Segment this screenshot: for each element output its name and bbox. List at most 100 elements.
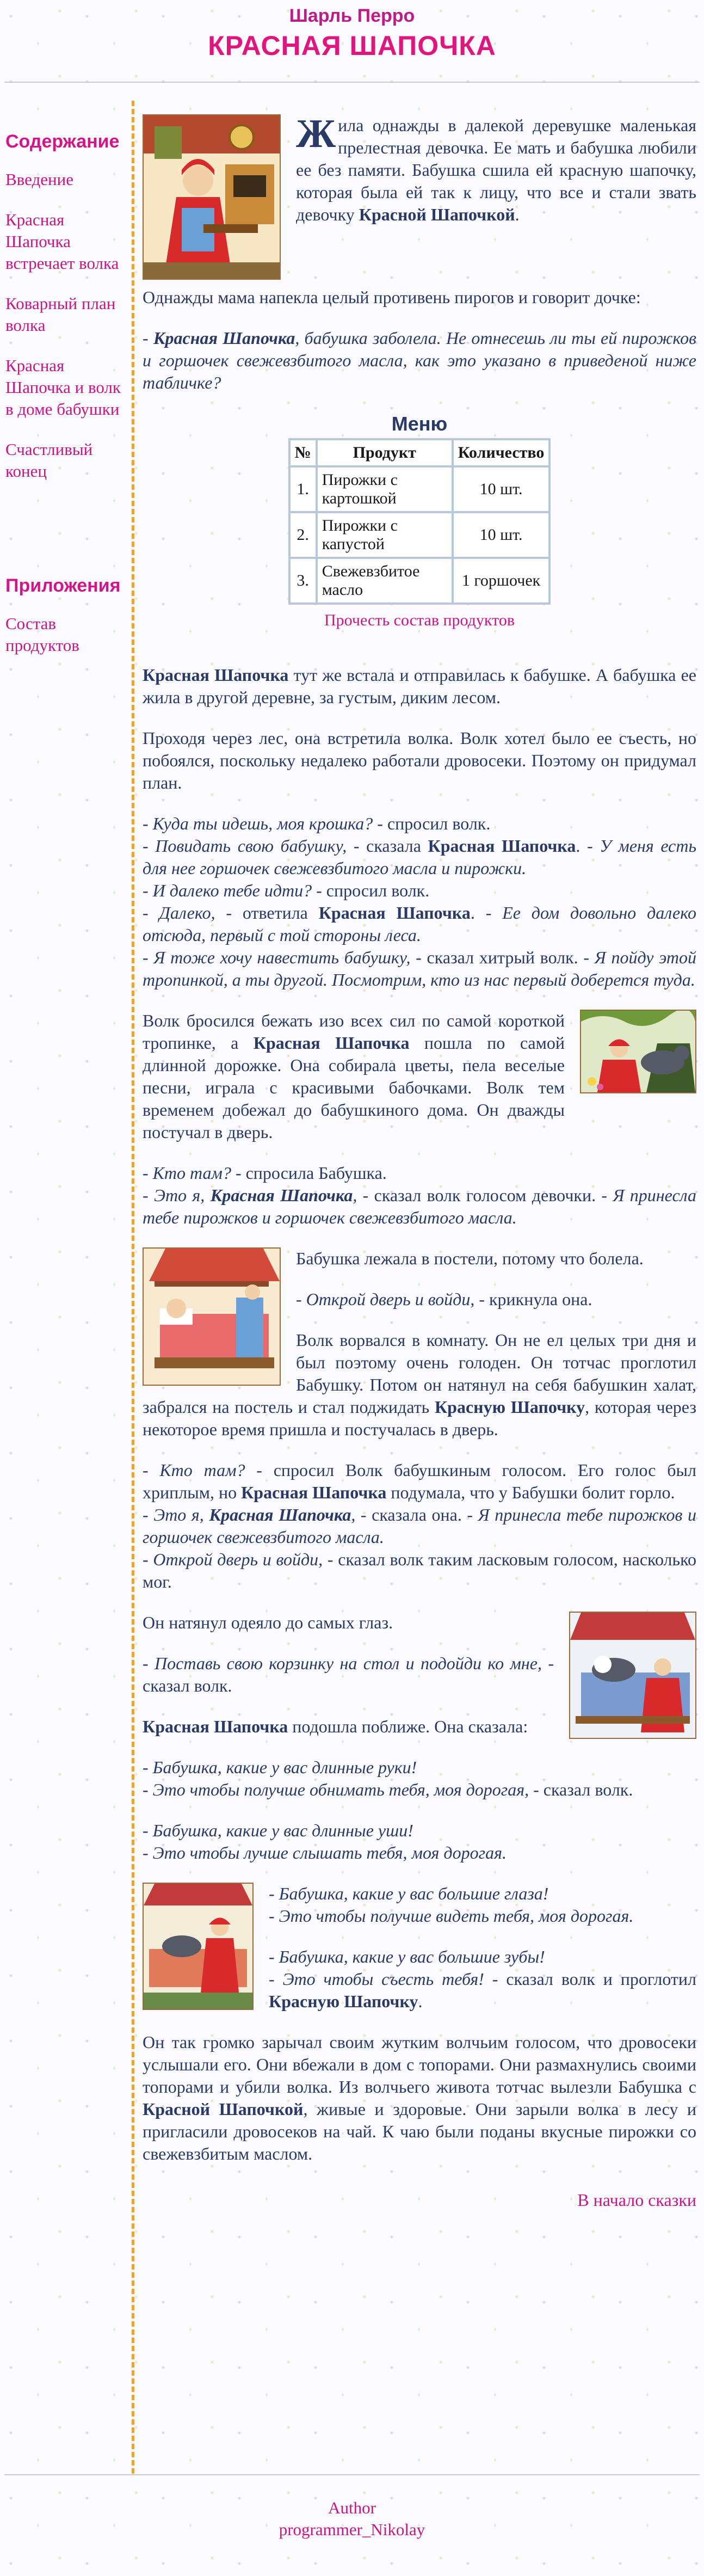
dialog-line: - Открой дверь и войди, - сказал волк та… xyxy=(143,1548,696,1593)
speech: - И далеко тебе идти? xyxy=(143,881,312,900)
speech: - Повидать свою бабушку, xyxy=(143,836,347,856)
dialog-line: - Это чтобы получше обнимать тебя, моя д… xyxy=(143,1779,696,1801)
intro-end: . xyxy=(515,205,520,224)
paragraph-sets-off: Красная Шапочка тут же встала и отправил… xyxy=(143,664,696,709)
menu-title: Меню xyxy=(391,413,448,435)
sidebar-item-wolf-plan[interactable]: Коварный план волка xyxy=(5,293,125,336)
footer: Author programmer_Nikolay xyxy=(0,2497,704,2541)
column-header: № xyxy=(288,438,318,468)
table-row: 2. Пирожки с капустой 10 шт. xyxy=(288,511,551,559)
footer-author-name: programmer_Nikolay xyxy=(279,2520,425,2539)
narration: . - xyxy=(576,836,600,856)
column-header: Количество xyxy=(451,438,551,468)
speech: - Открой дверь и войди, xyxy=(296,1289,475,1309)
narration: подумала, что у Бабушки болит горло. xyxy=(386,1483,675,1502)
column-header: Продукт xyxy=(315,438,454,468)
paragraph-ending: Он так громко зарычал своим жутким волчь… xyxy=(143,2031,696,2165)
page-title: КРАСНАЯ ШАПОЧКА xyxy=(208,30,496,61)
narration: - крикнула она. xyxy=(474,1289,592,1309)
back-to-top-link[interactable]: В начало сказки xyxy=(143,2189,696,2211)
narration: - сказал хитрый волк. - xyxy=(410,948,595,967)
speech: - Это я, xyxy=(143,1185,211,1205)
speech: - Это чтобы получше обнимать тебя, моя д… xyxy=(143,1780,529,1799)
heroine-name: Красная Шапочка xyxy=(253,1033,410,1053)
footer-author-label: Author xyxy=(328,2498,376,2517)
narration: - сказал волк голосом девочки. - xyxy=(357,1185,613,1205)
dialog-line: - Это я, Красная Шапочка, - сказал волк … xyxy=(143,1184,696,1229)
menu-table: № Продукт Количество 1. Пирожки с картош… xyxy=(288,438,551,605)
header: Шарль Перро КРАСНАЯ ШАПОЧКА xyxy=(0,0,704,62)
sidebar-item-grandma-house[interactable]: Красная Шапочка и волк в доме бабушки xyxy=(5,355,125,420)
table-cell: 10 шт. xyxy=(451,511,551,559)
table-cell: 10 шт. xyxy=(451,465,551,513)
speech: - Кто там? xyxy=(143,1460,245,1480)
narration: - спросил волк. xyxy=(312,881,430,900)
dialog-line: - Я тоже хочу навестить бабушку, - сказа… xyxy=(143,946,696,991)
illustration-wolf-in-bed xyxy=(569,1612,696,1739)
paragraph-text: подошла поближе. Она сказала: xyxy=(288,1717,528,1736)
read-ingredients-link[interactable]: Прочесть состав продуктов xyxy=(143,609,696,631)
illustration-grandmother-bed xyxy=(143,1247,281,1386)
dialog-line: - Повидать свою бабушку, - сказала Красн… xyxy=(143,835,696,880)
heroine-name: Красная Шапочка xyxy=(143,1717,288,1736)
heroine-name: Красная Шапочка xyxy=(143,665,289,685)
drop-cap: Ж xyxy=(296,112,336,156)
dialog-ears: - Бабушка, какие у вас длинные уши! - Эт… xyxy=(143,1819,696,1864)
apps-section: Приложения Состав продуктов xyxy=(5,575,125,656)
contents-heading: Содержание xyxy=(5,131,120,152)
paragraph-forest: Проходя через лес, она встретила волка. … xyxy=(143,728,696,792)
paragraph-text: Он так громко зарычал своим жутким волчь… xyxy=(143,2032,696,2097)
dialog-line: - Кто там? - спросил Волк бабушкиным гол… xyxy=(143,1459,696,1504)
heroine-name: Красной Шапочкой xyxy=(359,205,515,224)
dialog-line: - Это я, Красная Шапочка, - сказала она.… xyxy=(143,1504,696,1548)
table-cell: Пирожки с капустой xyxy=(315,511,454,559)
dialog-line: - Куда ты идешь, моя крошка? - спросил в… xyxy=(143,813,696,835)
narration: - ответила xyxy=(215,903,319,923)
heroine-name: Красной Шапочкой xyxy=(143,2099,304,2119)
apps-heading: Приложения xyxy=(5,575,121,596)
bottom-divider xyxy=(4,2474,700,2475)
speech: - Это чтобы съесть тебя! xyxy=(269,1969,484,1989)
dash: - xyxy=(143,328,153,348)
narration: - сказал волк и проглотил xyxy=(484,1969,697,1989)
dialog-hands: - Бабушка, какие у вас длинные руки! - Э… xyxy=(143,1756,696,1801)
sidebar-item-ingredients[interactable]: Состав продуктов xyxy=(5,613,125,656)
narration: - сказала xyxy=(347,836,428,856)
dialog-line: - Далеко, - ответила Красная Шапочка. - … xyxy=(143,902,696,946)
speech: - Открой дверь и войди, xyxy=(143,1550,323,1569)
narration: - сказала она. - xyxy=(355,1505,478,1524)
speech: - Поставь свою корзинку на стол и подойд… xyxy=(143,1653,542,1673)
speech: - Кто там? xyxy=(143,1163,231,1183)
dialog-forest: - Куда ты идешь, моя крошка? - спросил в… xyxy=(143,813,696,991)
menu-block: Меню № Продукт Количество 1. Пирожки с к… xyxy=(143,413,696,631)
speech: - Куда ты идешь, моя крошка? xyxy=(143,814,373,833)
dashed-divider xyxy=(132,101,134,2474)
speech: - Я тоже хочу навестить бабушку, xyxy=(143,948,411,967)
dialog-line: - Бабушка, какие у вас длинные руки! xyxy=(143,1757,417,1777)
page: Шарль Перро КРАСНАЯ ШАПОЧКА Содержание В… xyxy=(0,0,704,2576)
dialog-door: - Кто там? - спросила Бабушка. - Это я, … xyxy=(143,1162,696,1229)
narration: - спросил волк. xyxy=(373,814,491,833)
heroine-name: Красная Шапочка xyxy=(428,836,576,856)
table-cell: Пирожки с картошкой xyxy=(315,465,454,513)
illustration-girl-baking xyxy=(143,114,281,280)
table-cell: 2. xyxy=(288,511,318,559)
dialog-line: - Это чтобы лучше слышать тебя, моя доро… xyxy=(143,1843,507,1862)
table-cell: 1 горшочек xyxy=(451,557,551,605)
sidebar-item-meets-wolf[interactable]: Красная Шапочка встречает волка xyxy=(5,209,125,274)
narration: - спросила Бабушка. xyxy=(231,1163,387,1183)
paragraph-mother: Однажды мама напекла целый противень пир… xyxy=(143,287,641,307)
heroine-name: Красная Шапочка xyxy=(153,328,295,348)
heroine-name: Красную Шапочку xyxy=(269,1991,418,2011)
sidebar-item-intro[interactable]: Введение xyxy=(5,169,125,190)
sidebar-item-happy-end[interactable]: Счастливый конец xyxy=(5,439,125,482)
heroine-name: Красная Шапочка xyxy=(318,903,471,923)
heroine-name: Красная Шапочка xyxy=(241,1483,387,1502)
table-cell: 1. xyxy=(288,465,318,513)
heroine-name: Красная Шапочка xyxy=(210,1185,353,1205)
table-row: 1. Пирожки с картошкой 10 шт. xyxy=(288,465,551,513)
dialog-line: - Бабушка, какие у вас длинные уши! xyxy=(143,1821,413,1840)
illustration-girl-wolf-bed xyxy=(143,1883,254,2010)
heroine-name: Красную Шапочку xyxy=(434,1397,585,1417)
table-cell: 3. xyxy=(288,557,318,605)
